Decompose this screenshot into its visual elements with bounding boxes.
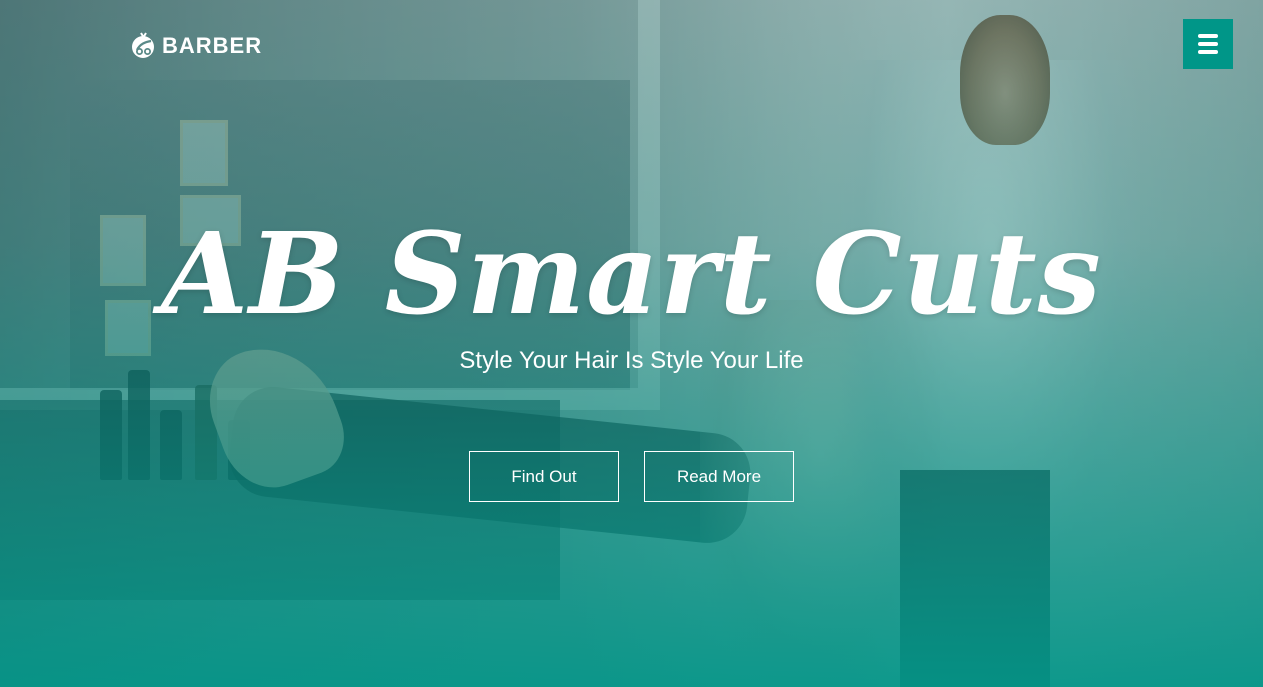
menu-button[interactable] xyxy=(1183,19,1233,69)
logo-text: BARBER xyxy=(162,33,263,58)
logo-link[interactable]: BARBER xyxy=(127,30,262,62)
read-more-button[interactable]: Read More xyxy=(644,451,794,502)
hero-buttons: Find Out Read More xyxy=(469,451,794,502)
barber-scissors-icon xyxy=(132,32,154,58)
find-out-button[interactable]: Find Out xyxy=(469,451,619,502)
hero-section: BARBER AB Smart Cuts Style Your Hair Is … xyxy=(0,0,1263,687)
hero-subtitle: Style Your Hair Is Style Your Life xyxy=(459,347,804,374)
hero-title: AB Smart Cuts xyxy=(161,209,1102,340)
hamburger-menu-icon xyxy=(1198,34,1218,38)
